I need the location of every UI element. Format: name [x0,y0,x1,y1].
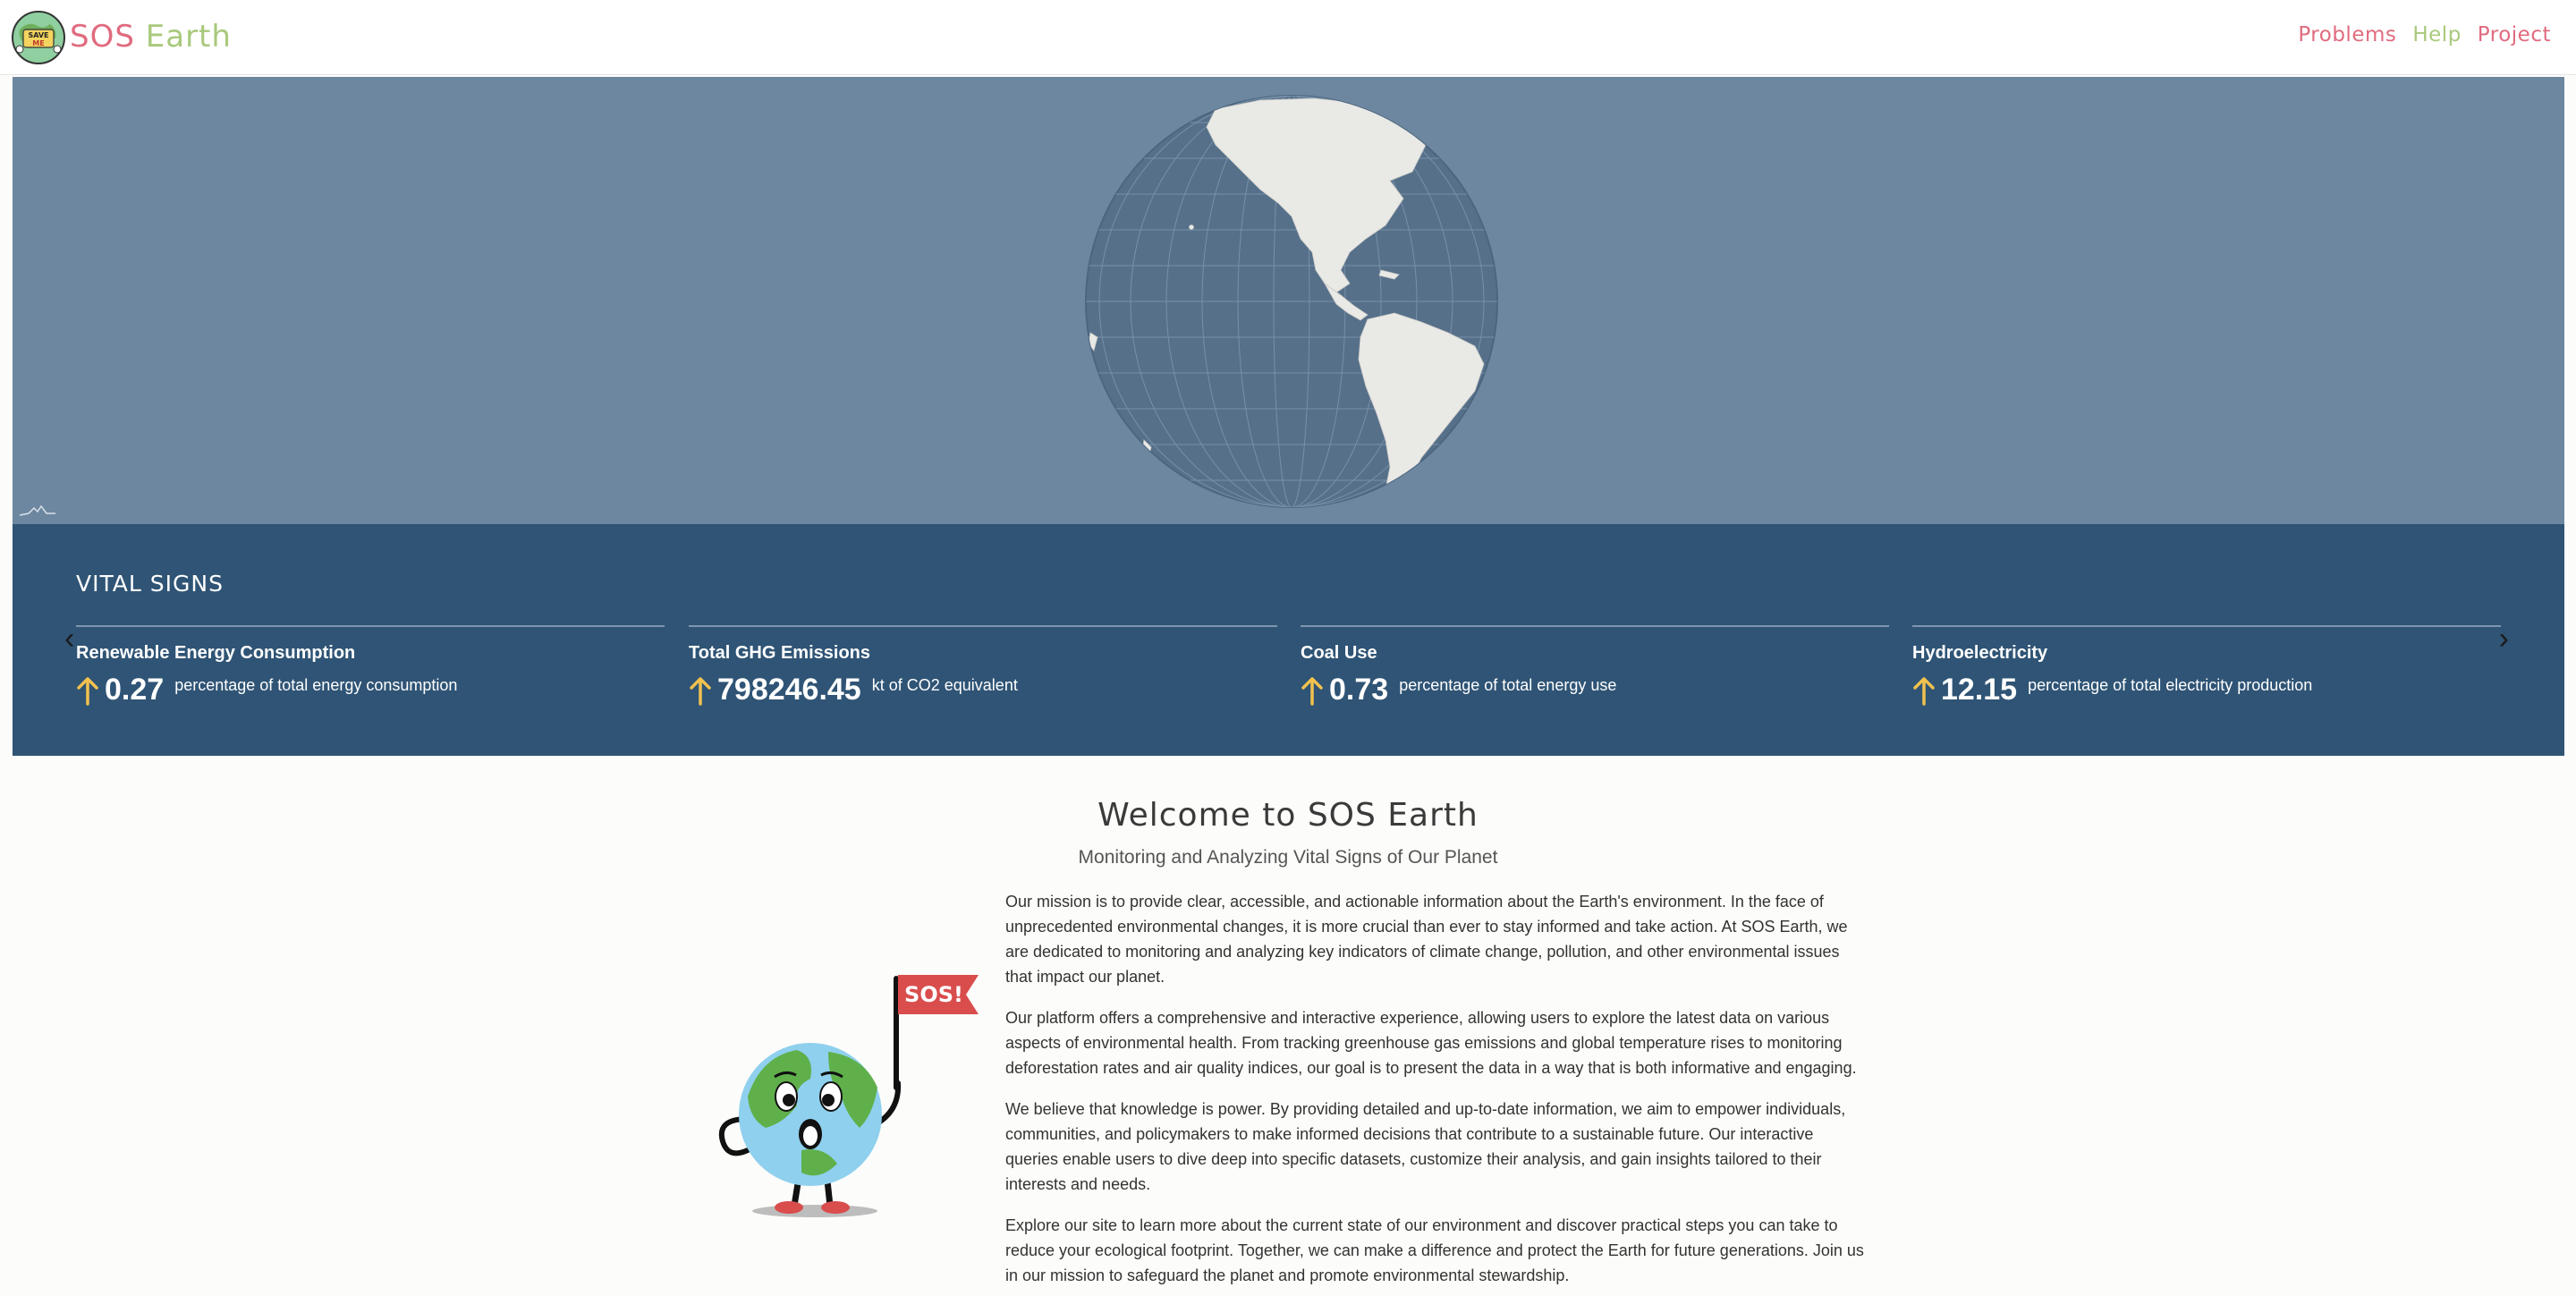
welcome-paragraph: Explore our site to learn more about the… [1005,1216,1864,1284]
welcome-title: Welcome to SOS Earth [1097,797,1479,834]
welcome-subtitle: Monitoring and Analyzing Vital Signs of … [1078,847,1498,868]
vital-signs-title: VITAL SIGNS [76,571,224,597]
welcome-paragraph: Our platform offers a comprehensive and … [1005,1009,1857,1077]
welcome-content: Our mission is to provide clear, accessi… [1005,889,1869,1296]
globe-hero [13,77,2564,524]
vital-card-title: Renewable Energy Consumption [76,643,356,663]
trend-up-arrow-icon [690,677,711,706]
vital-card-unit: percentage of total electricity producti… [2028,676,2313,694]
mascot-flag-text: SOS! [904,982,963,1007]
svg-text:ME: ME [32,39,44,47]
chevron-left-icon: ‹ [64,622,75,656]
nav-link-project[interactable]: Project [2478,23,2551,47]
vital-card-value: 0.27 [105,673,165,707]
vital-card-title: Total GHG Emissions [689,643,870,663]
brand-part-earth: Earth [145,19,232,55]
nav-link-help[interactable]: Help [2412,23,2461,47]
save-me-earth-logo-icon[interactable]: SAVE ME [11,10,66,65]
vital-card-ghg: Total GHG Emissions 798246.45 kt of CO2 … [689,625,1277,706]
brand-name[interactable]: SOS Earth [70,16,232,57]
vital-card-value: 798246.45 [717,673,861,707]
vital-card-renewable: Renewable Energy Consumption 0.27 percen… [76,625,665,706]
rotating-globe-icon[interactable] [1081,91,1502,512]
vital-card-value: 0.73 [1329,673,1389,707]
vital-card-title: Coal Use [1301,643,1377,663]
main-nav: Problems Help Project [2298,23,2551,47]
welcome-paragraph: We believe that knowledge is power. By p… [1005,1100,1846,1193]
site-header: SAVE ME SOS Earth Problems Help Project [0,0,2576,75]
welcome-paragraph: Our mission is to provide clear, accessi… [1005,893,1848,986]
carousel-prev-button[interactable]: ‹ [64,621,74,656]
svg-text:SAVE: SAVE [28,31,48,39]
vital-card-unit: kt of CO2 equivalent [871,676,1018,694]
vital-card-unit: percentage of total energy use [1399,676,1617,694]
sos-earth-mascot-icon: SOS! [718,975,979,1217]
mountain-mark-icon [20,504,55,516]
vital-card-coal: Coal Use 0.73 percentage of total energy… [1301,625,1889,706]
nav-link-problems[interactable]: Problems [2298,23,2396,47]
vital-card-value: 12.15 [1941,673,2018,707]
trend-up-arrow-icon [1301,677,1323,706]
vital-card-title: Hydroelectricity [1912,643,2048,663]
vital-card-hydro: Hydroelectricity 12.15 percentage of tot… [1912,625,2501,706]
vital-card-unit: percentage of total energy consumption [174,676,458,694]
vital-signs-section: VITAL SIGNS ‹ › Renewable Energy Consump… [13,524,2564,756]
trend-up-arrow-icon [1913,677,1935,706]
trend-up-arrow-icon [77,677,98,706]
brand-part-sos: SOS [70,19,135,55]
